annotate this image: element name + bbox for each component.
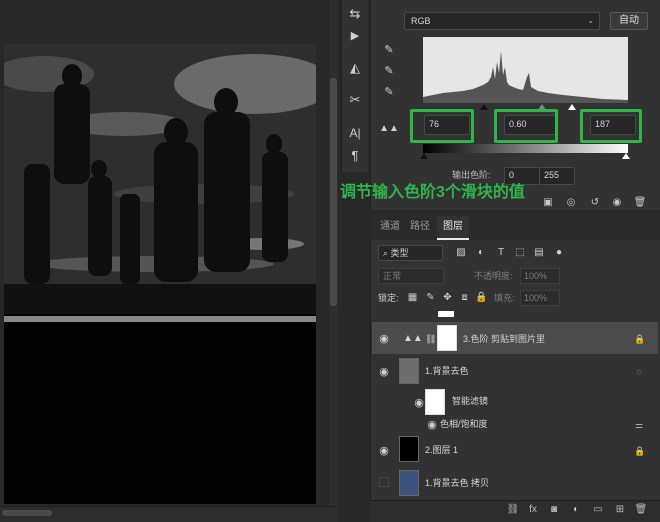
delete-icon[interactable]: 🗑 [632,196,648,210]
group-folder-icon[interactable]: ▭ [591,503,605,517]
visibility-eye-icon[interactable]: ◉ [377,445,391,457]
layer-name[interactable]: 2.图层 1 [425,443,458,457]
lock-transparent-icon[interactable]: ▦ [406,291,419,305]
highlight-box-white [580,109,642,143]
chevron-down-icon: ⌄ [587,16,594,25]
channel-value: RGB [411,16,431,26]
link-icon[interactable]: ⛓ [425,332,436,346]
levels-adjustment-icon: ▲▲ [403,333,423,344]
mask-link-marker [438,311,454,317]
clip-to-layer-icon[interactable]: ▣ [540,196,556,210]
character-icon[interactable]: A| [344,124,366,142]
add-mask-icon[interactable]: ◙ [547,503,561,517]
visibility-eye-icon[interactable]: ◉ [377,333,391,345]
visibility-empty-box[interactable] [379,477,389,487]
silhouette-photo [4,44,316,504]
output-levels-gradient [423,144,628,153]
filter-toggle-icon[interactable]: ● [552,246,566,260]
visibility-eye-icon[interactable]: ◉ [377,366,391,378]
shape-icon[interactable]: ◭ [344,59,366,77]
output-white-slider[interactable] [622,153,630,159]
filter-shape-icon[interactable]: ⬚ [513,246,527,260]
layer-thumbnail[interactable] [399,470,419,496]
play-icon[interactable]: ▶ [344,27,366,45]
input-white-slider[interactable] [568,104,576,110]
filter-options-icon[interactable]: ⚌ [634,419,644,431]
lock-icon: 🔒 [634,334,646,344]
lock-brush-icon[interactable]: ✎ [424,291,437,305]
fill-field[interactable]: 100% [520,290,560,306]
lock-artboard-icon[interactable]: ⧈ [458,291,471,305]
histogram-graph [423,51,628,103]
visibility-eye-icon[interactable]: ◉ [425,419,439,431]
search-icon: ⌕ [383,248,391,258]
layer-name[interactable]: 3.色阶 剪贴到图片里 [463,332,545,346]
new-layer-icon[interactable]: ⊞ [613,503,627,517]
layer-name[interactable]: 1.背景去色 [425,364,469,378]
history-icon[interactable]: ⇆ [344,5,366,23]
view-previous-icon[interactable]: ◎ [563,196,579,210]
input-black-slider[interactable] [480,104,488,110]
layer-name[interactable]: 1.背景去色 拷贝 [425,476,489,490]
tutorial-annotation: 调节输入色阶3个滑块的值 [340,184,525,201]
link-layers-icon[interactable]: ⛓ [506,503,520,517]
lock-position-icon[interactable]: ✥ [441,291,454,305]
layer-thumbnail[interactable] [399,358,419,384]
highlight-box-black [410,109,474,143]
reset-icon[interactable]: ↺ [587,196,603,210]
delete-layer-icon[interactable]: 🗑 [634,503,648,517]
blend-mode-select[interactable]: 正常 [378,268,444,284]
opacity-label: 不透明度: [474,271,513,281]
adjustment-layer-icon[interactable]: ◐ [569,503,583,517]
tab-paths[interactable]: 路径 [404,216,436,238]
lock-label: 锁定: [378,293,399,303]
channel-select[interactable]: RGB ⌄ [404,12,600,30]
lock-icon: 🔒 [634,446,646,456]
scissors-icon[interactable]: ✂ [344,91,366,109]
black-point-eyedropper-icon[interactable]: ✎ [381,42,397,58]
smart-filters-label[interactable]: 智能滤镜 [452,394,488,408]
visibility-eye-icon[interactable]: ◉ [609,196,625,210]
auto-button[interactable]: 自动 [610,12,648,30]
layer-mask-thumbnail[interactable] [437,325,457,351]
levels-icon: ▲▲ [379,123,399,134]
horizontal-scroll-thumb[interactable] [2,510,52,516]
filter-adjustment-icon[interactable]: ◐ [474,246,488,260]
filter-smart-object-icon[interactable]: ▤ [532,246,546,260]
opacity-field[interactable]: 100% [520,268,560,284]
histogram [423,37,628,103]
lock-all-icon[interactable]: 🔒 [475,291,488,305]
paragraph-icon[interactable]: ¶ [344,147,366,165]
filter-pixel-icon[interactable]: ▨ [454,246,468,260]
filter-mask-thumbnail[interactable] [425,389,445,415]
hue-saturation-filter-label[interactable]: 色相/饱和度 [440,417,488,431]
filter-type-icon[interactable]: T [494,246,508,260]
visibility-eye-icon[interactable]: ◉ [412,397,426,409]
highlight-box-gamma [494,109,558,143]
vertical-scroll-thumb[interactable] [330,78,337,306]
filter-kind-select[interactable]: ⌕ 类型 [378,245,443,261]
white-point-eyedropper-icon[interactable]: ✎ [381,84,397,100]
document-image[interactable] [4,44,316,504]
filter-kind-value: 类型 [390,248,409,258]
layer-thumbnail[interactable] [399,436,419,462]
fx-icon[interactable]: fx [526,503,540,517]
gray-point-eyedropper-icon[interactable]: ✎ [381,63,397,79]
output-black-slider[interactable] [420,153,428,159]
fill-label: 填充: [494,293,515,303]
tab-channels[interactable]: 通道 [374,216,406,238]
smart-filter-icon: ◌ [636,367,642,377]
tab-layers[interactable]: 图层 [437,216,469,240]
output-levels-label: 输出色阶: [452,170,491,180]
